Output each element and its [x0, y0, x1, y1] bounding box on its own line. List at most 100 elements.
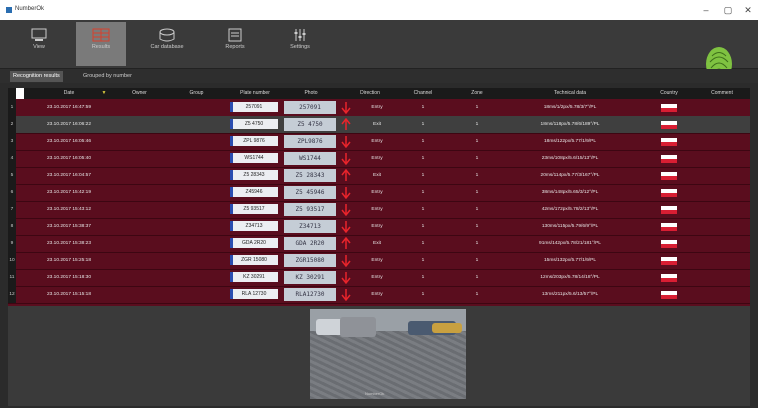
table-row[interactable]: 2 23.10.2017 16:06:22 Z5 4750 Z5 4750 Exit 1 1…: [8, 116, 750, 134]
maximize-button[interactable]: ▢: [718, 4, 738, 16]
plate-number-badge: ZPL 9876: [230, 136, 278, 146]
table-row[interactable]: 3 23.10.2017 16:05:46 ZPL 9876 ZPL9876 Entry…: [8, 133, 750, 151]
tab-recognition-results[interactable]: Recognition results: [10, 71, 63, 82]
cell-date: 23.10.2017 16:05:46: [46, 139, 91, 144]
cell-date: 23.10.2017 16:06:22: [46, 122, 91, 127]
cell-zone: 1: [475, 224, 479, 229]
results-button[interactable]: Results: [76, 22, 126, 66]
table-row[interactable]: 9 23.10.2017 15:38:23 GDA 2R20 GDA 2R20 Exit…: [8, 235, 750, 253]
row-index: 8: [8, 218, 16, 235]
plate-number-badge: KZ 30291: [230, 272, 278, 282]
poland-flag-icon: [661, 104, 677, 112]
view-button[interactable]: View: [14, 22, 64, 66]
plate-photo: ZPL9876: [284, 135, 336, 148]
arrow-up-icon: [341, 237, 351, 249]
column-header-country[interactable]: Country: [641, 88, 697, 99]
cell-channel: 1: [421, 292, 425, 297]
cell-channel: 1: [421, 173, 425, 178]
cell-comment[interactable]: [696, 201, 748, 218]
plate-photo: Z5 93517: [284, 203, 336, 216]
poland-flag-icon: [661, 274, 677, 282]
poland-flag-icon: [661, 291, 677, 299]
cell-technical-data: 20ms/114px/5.77/3/167°/PL: [540, 173, 600, 178]
column-header-zone[interactable]: Zone: [449, 88, 505, 99]
table-row[interactable]: 11 23.10.2017 15:18:30 KZ 30291 KZ 30291 Ent…: [8, 269, 750, 287]
cell-comment[interactable]: [696, 218, 748, 235]
app-icon: [6, 7, 12, 13]
plate-photo: Z5 4750: [284, 118, 336, 131]
cell-zone: 1: [475, 258, 479, 263]
column-header-owner[interactable]: Owner: [112, 88, 167, 99]
close-button[interactable]: ✕: [738, 4, 758, 16]
table-row[interactable]: 10 23.10.2017 15:25:18 ZGR 15080 ZGR15080 En…: [8, 252, 750, 270]
column-header-group[interactable]: Group: [169, 88, 224, 99]
cell-zone: 1: [475, 275, 479, 280]
cell-comment[interactable]: [696, 269, 748, 286]
car-database-label: Car database: [150, 44, 184, 50]
camera-watermark: NumberOk: [365, 391, 385, 396]
arrow-up-icon: [341, 118, 351, 130]
cell-comment[interactable]: [696, 286, 748, 303]
camera-snapshot[interactable]: NumberOk: [310, 309, 466, 399]
plate-photo: Z5 45946: [284, 186, 336, 199]
cell-zone: 1: [475, 156, 479, 161]
table-row[interactable]: 8 23.10.2017 15:38:37 Z34713 Z34713 Entry 1 1 1…: [8, 218, 750, 236]
results-table: Date ▼ Owner Group Plate number Photo Di…: [8, 88, 750, 306]
row-index: 12: [8, 286, 16, 303]
cell-comment[interactable]: [696, 116, 748, 133]
cell-comment[interactable]: [696, 150, 748, 167]
car-image: [340, 317, 376, 337]
cell-channel: 1: [421, 105, 425, 110]
view-icon: [31, 28, 47, 41]
plate-photo: Z34713: [284, 220, 336, 233]
results-tabs: Recognition results Grouped by number: [0, 69, 758, 83]
filter-icon[interactable]: ▼: [100, 88, 108, 99]
table-row[interactable]: 5 23.10.2017 16:04:57 Z5 28343 Z5 28343 Exit…: [8, 167, 750, 185]
table-row[interactable]: 4 23.10.2017 16:05:40 WS1744 WS1744 Entry 1 1 2…: [8, 150, 750, 168]
table-row[interactable]: 12 23.10.2017 15:15:18 RLA 12730 RLA12730 En…: [8, 286, 750, 304]
column-header-plate-number[interactable]: Plate number: [227, 88, 283, 99]
poland-flag-icon: [661, 223, 677, 231]
cell-channel: 1: [421, 207, 425, 212]
cell-comment[interactable]: [696, 167, 748, 184]
column-header-technical-data[interactable]: Technical data: [505, 88, 635, 99]
column-header-channel[interactable]: Channel: [395, 88, 451, 99]
arrow-down-icon: [341, 289, 351, 301]
minimize-button[interactable]: –: [696, 4, 716, 16]
cell-comment[interactable]: [696, 235, 748, 252]
results-icon: [92, 28, 110, 42]
table-row[interactable]: 6 23.10.2017 15:42:19 Z45946 Z5 45946 Entry 1…: [8, 184, 750, 202]
row-index: 4: [8, 150, 16, 167]
cell-date: 23.10.2017 15:18:30: [46, 275, 91, 280]
tab-grouped-by-number[interactable]: Grouped by number: [80, 71, 135, 82]
column-header-photo[interactable]: Photo: [284, 88, 338, 99]
table-row[interactable]: 1 23.10.2017 16:47:59 257091 257091 Entry 1 1 1…: [8, 99, 750, 117]
arrow-down-icon: [341, 221, 351, 233]
cell-comment[interactable]: [696, 99, 748, 116]
car-image: [432, 323, 462, 333]
cell-comment[interactable]: [696, 133, 748, 150]
cell-date: 23.10.2017 16:47:59: [46, 105, 91, 110]
cell-technical-data: 15ms/132px/5.77/1/9/PL: [543, 258, 596, 263]
plate-number-badge: ZGR 15080: [230, 255, 278, 265]
view-label: View: [33, 44, 45, 50]
settings-button[interactable]: Settings: [275, 22, 325, 66]
row-index: 2: [8, 116, 16, 133]
cell-comment[interactable]: [696, 184, 748, 201]
table-row[interactable]: 7 23.10.2017 15:43:12 Z5 93517 Z5 93517 Entr…: [8, 201, 750, 219]
toolbar-ribbon: View Results Car database Reports Settin…: [0, 20, 758, 81]
cell-technical-data: 91ms/142px/5.78/21/181°/PL: [539, 241, 601, 246]
car-database-button[interactable]: Car database: [142, 22, 192, 66]
cell-technical-data: 18ms/122px/5.77/1/9/PL: [543, 139, 596, 144]
cell-comment[interactable]: [696, 252, 748, 269]
column-header-comment[interactable]: Comment: [696, 88, 748, 99]
settings-label: Settings: [290, 44, 310, 50]
cell-channel: 1: [421, 139, 425, 144]
column-header-direction[interactable]: Direction: [339, 88, 401, 99]
plate-number-badge: Z5 93517: [230, 204, 278, 214]
arrow-down-icon: [341, 272, 351, 284]
poland-flag-icon: [661, 189, 677, 197]
cell-zone: 1: [475, 122, 479, 127]
reports-button[interactable]: Reports: [210, 22, 260, 66]
plate-number-badge: RLA 12730: [230, 289, 278, 299]
